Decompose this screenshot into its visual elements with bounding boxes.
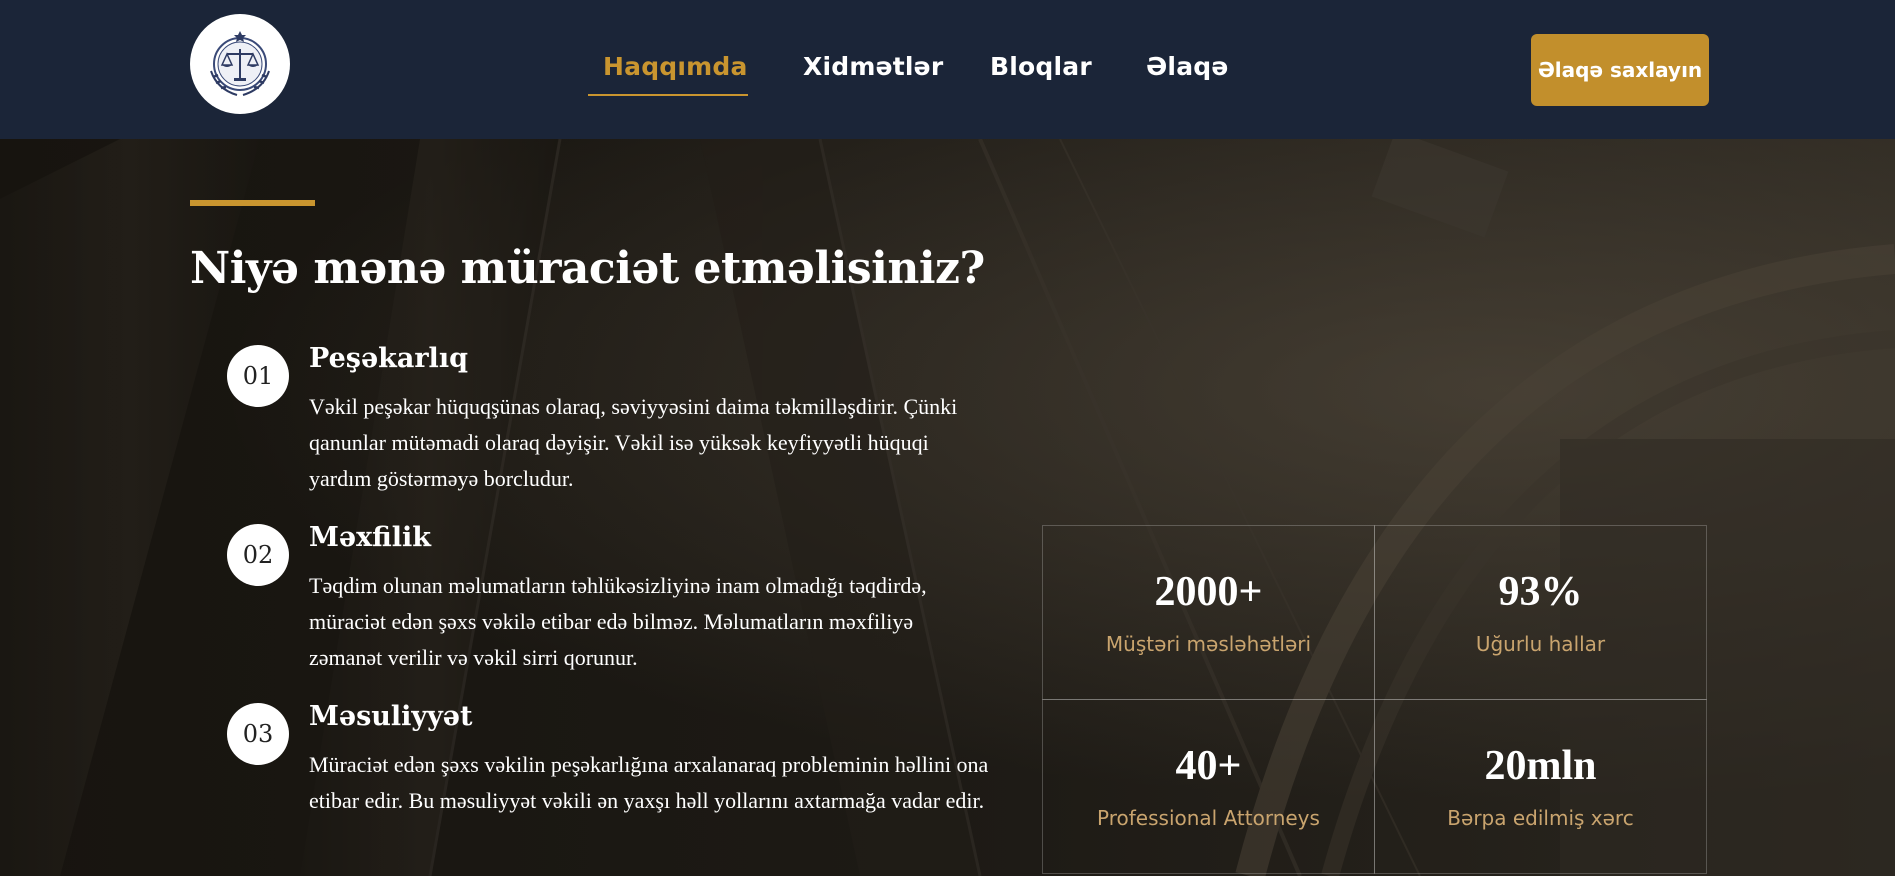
stats-grid: 2000+ Müştəri məsləhətləri 93% Uğurlu ha… [1042,525,1708,876]
stat-value: 20mln [1484,743,1597,789]
reason-text: Təqdim olunan məlumatların təhlükəsizliy… [309,573,927,670]
nav-contact[interactable]: Əlaqə [1146,52,1229,81]
reason-text: Vəkil peşəkar hüquqşünas olaraq, səviyyə… [309,394,958,491]
reason-title: Məxfilik [309,522,432,553]
reason-title: Peşəkarlıq [309,343,468,374]
stat-card: 40+ Professional Attorneys [1042,699,1375,874]
nav-active-underline [588,94,748,96]
reason-number: 01 [227,345,289,407]
site-header: Haqqımda Xidmətlər Bloqlar Əlaqə Əlaqə s… [0,0,1895,139]
stat-label: Professional Attorneys [1097,806,1320,830]
reason-text: Müraciət edən şəxs vəkilin peşəkarlığına… [309,752,989,813]
stat-value: 93% [1498,569,1583,615]
stat-card: 20mln Bərpa edilmiş xərc [1374,699,1707,874]
reason-title: Məsuliyyət [309,701,473,732]
contact-cta-button[interactable]: Əlaqə saxlayın [1531,34,1709,106]
stat-label: Bərpa edilmiş xərc [1447,806,1634,830]
stat-value: 2000+ [1154,569,1263,615]
scales-of-justice-icon [210,31,270,96]
stat-label: Müştəri məsləhətləri [1105,632,1312,656]
reason-number: 03 [227,703,289,765]
reason-number: 02 [227,524,289,586]
logo[interactable] [190,14,290,114]
stat-card: 93% Uğurlu hallar [1374,525,1707,700]
stat-card: 2000+ Müştəri məsləhətləri [1042,525,1375,700]
nav-services[interactable]: Xidmətlər [803,52,943,81]
nav-blogs[interactable]: Bloqlar [990,52,1092,81]
stat-value: 40+ [1175,743,1242,789]
nav-about[interactable]: Haqqımda [603,52,748,81]
stat-label: Uğurlu hallar [1475,632,1606,656]
why-choose-me-section: Niyə mənə müraciət etməlisiniz? 01 Peşək… [0,139,1895,876]
section-title: Niyə mənə müraciət etməlisiniz? [190,243,985,294]
section-accent-bar [190,200,315,206]
